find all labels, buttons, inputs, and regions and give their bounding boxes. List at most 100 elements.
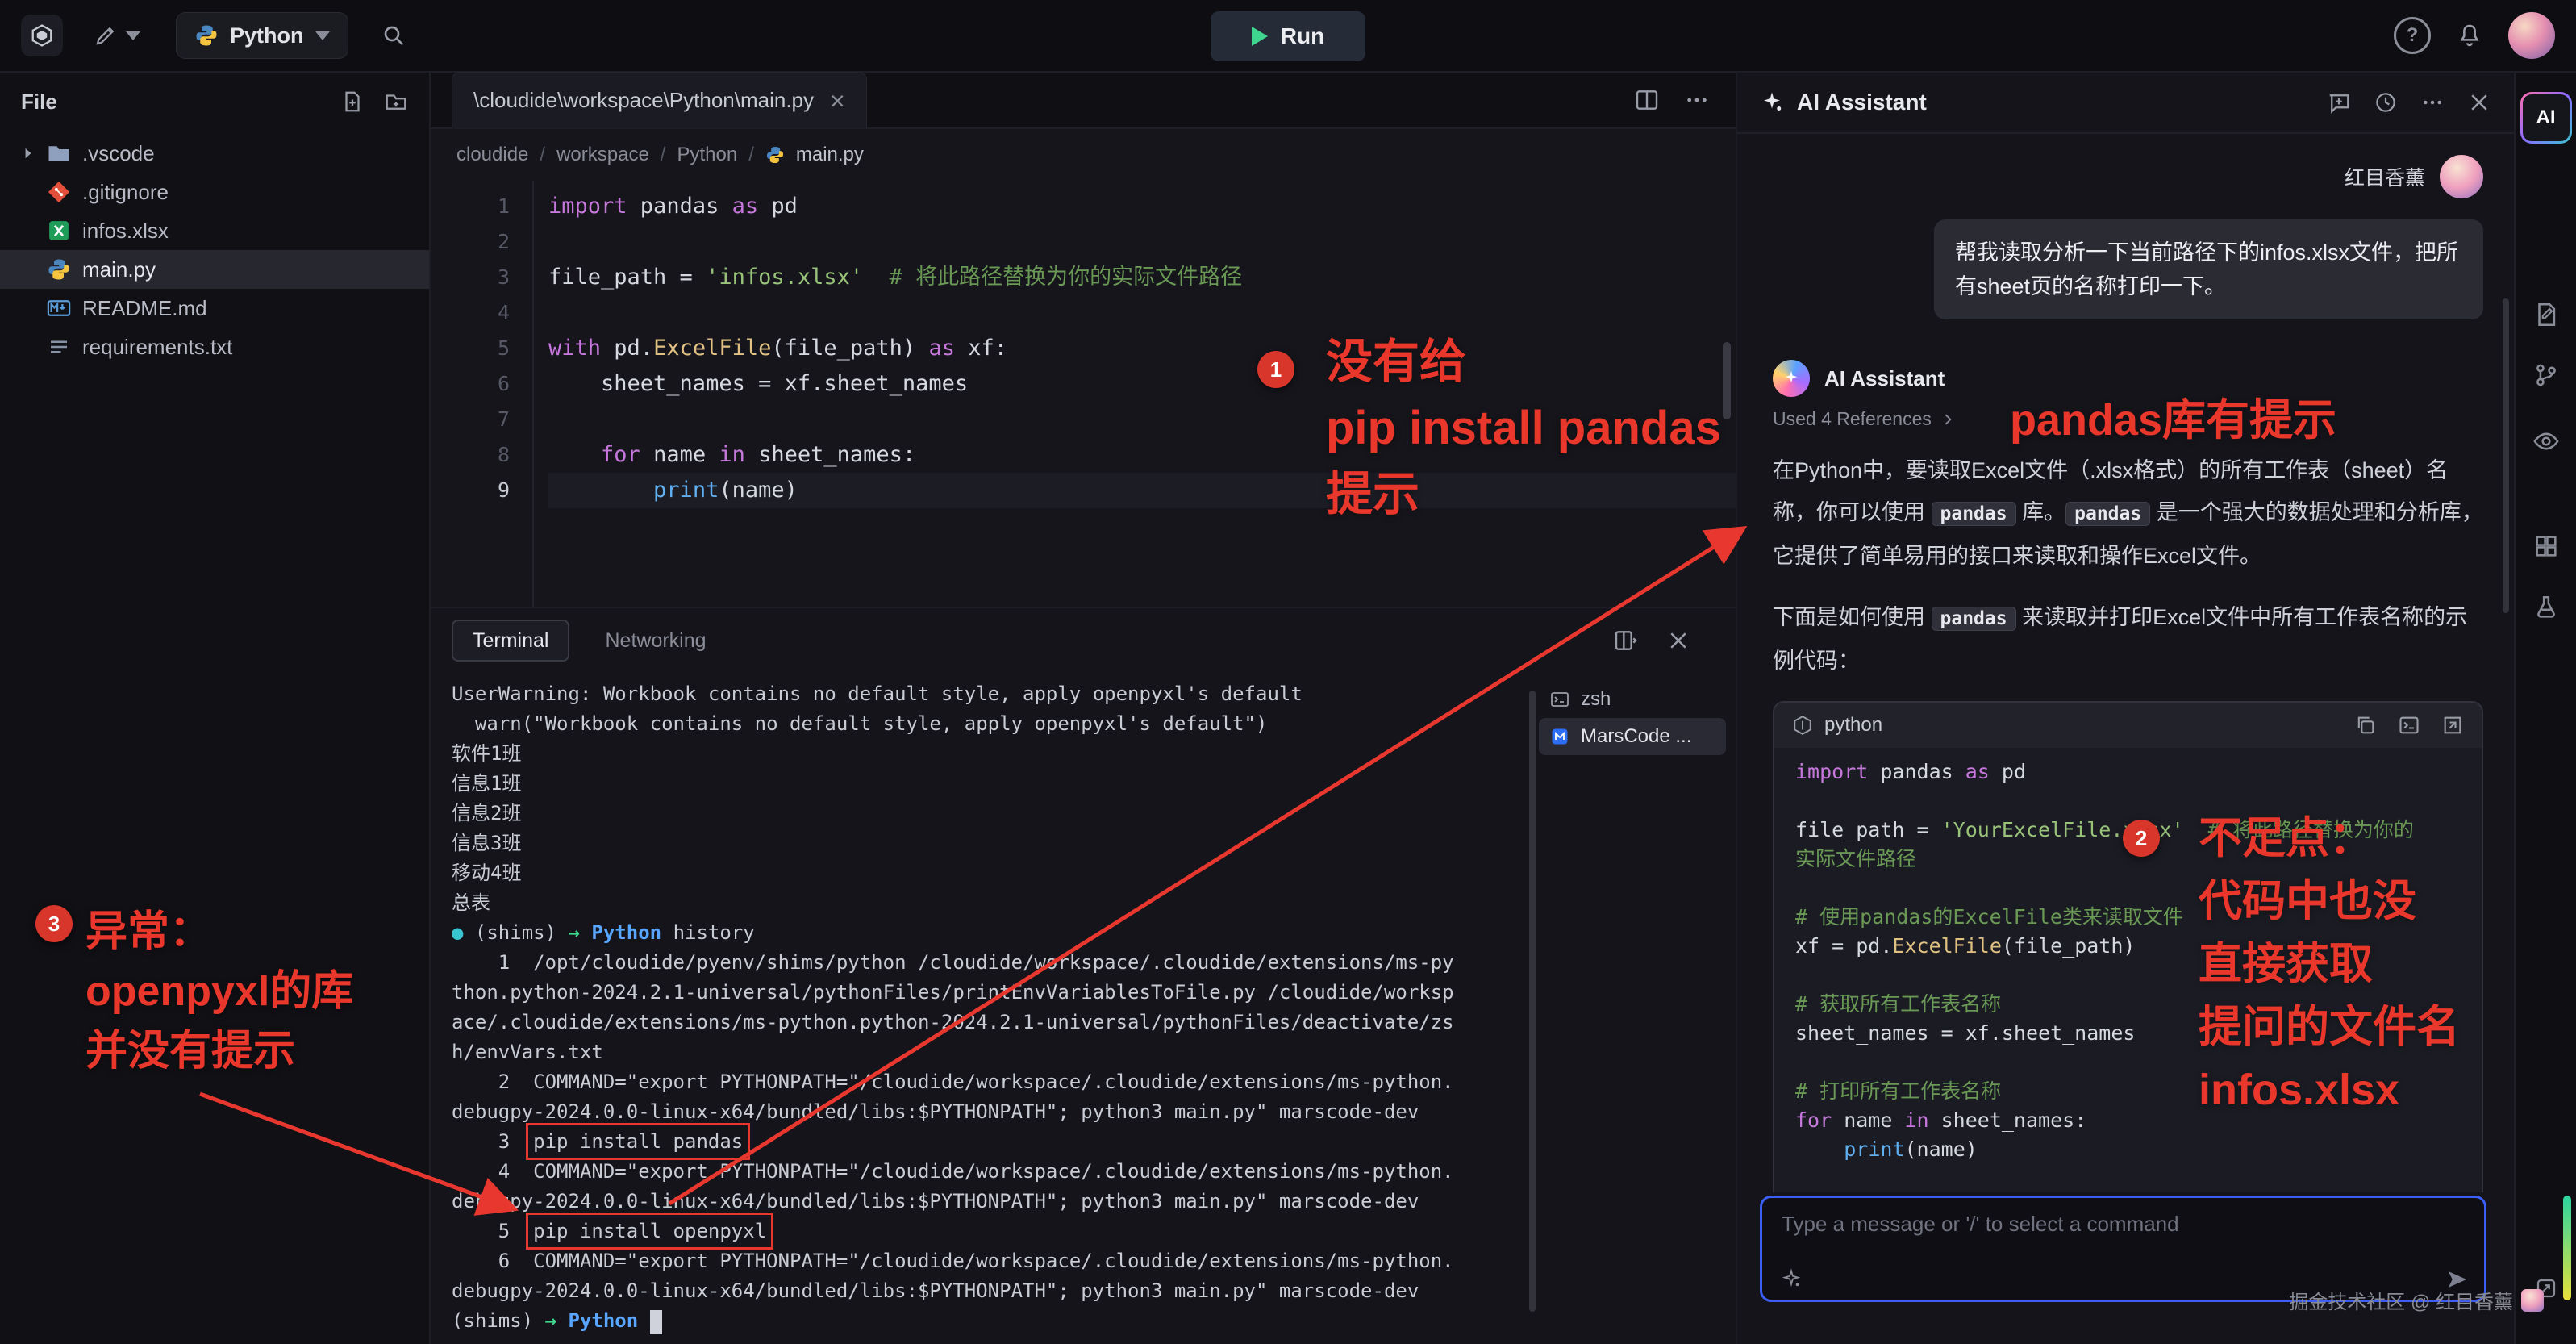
environment-label: Python [230, 23, 304, 48]
terminal-line: 信息2班 [452, 799, 1524, 829]
folder-icon [47, 140, 73, 166]
search-button[interactable] [381, 23, 406, 48]
breadcrumb-item[interactable]: workspace [556, 144, 649, 166]
ai-code-line: # 使用pandas的ExcelFile类来读取文件 [1795, 903, 2461, 932]
tab-networking[interactable]: Networking [605, 629, 706, 653]
user-avatar[interactable] [2508, 12, 2555, 59]
more-options-icon[interactable] [2420, 90, 2445, 115]
extensions-grid-icon[interactable] [2532, 532, 2560, 560]
ai-chat-scroll[interactable]: 红目香薰 帮我读取分析一下当前路径下的infos.xlsx文件，把所有sheet… [1737, 134, 2514, 1192]
insert-to-terminal-icon[interactable] [2398, 714, 2420, 737]
chevron-right-icon [19, 144, 47, 162]
file-tree-item-main-py[interactable]: main.py [0, 250, 429, 289]
new-folder-icon[interactable] [384, 90, 408, 114]
red-annotation-box: pip install pandas [533, 1130, 743, 1153]
file-tree-item-readme-md[interactable]: README.md [0, 289, 429, 328]
workspace-switcher[interactable] [94, 23, 140, 48]
file-name: requirements.txt [82, 335, 232, 360]
copy-code-icon[interactable] [2354, 714, 2377, 737]
git-branch-icon[interactable] [2532, 361, 2560, 389]
breadcrumb-item[interactable]: Python [677, 144, 737, 166]
breadcrumb: cloudide / workspace / Python / main.py [431, 129, 1736, 181]
tab-terminal[interactable]: Terminal [452, 620, 569, 662]
breadcrumb-item[interactable]: cloudide [456, 144, 528, 166]
pen-icon [94, 23, 118, 48]
watermark-avatar [2521, 1289, 2544, 1312]
test-flask-icon[interactable] [2532, 594, 2560, 621]
user-message-bubble: 帮我读取分析一下当前路径下的infos.xlsx文件，把所有sheet页的名称打… [1934, 219, 2483, 319]
tab-close-icon[interactable]: × [830, 88, 845, 114]
preview-eye-icon[interactable] [2532, 428, 2560, 455]
ai-assistant-rail-button[interactable]: AI [2520, 92, 2572, 144]
code-line[interactable]: import pandas as pd [548, 189, 1736, 224]
references-toggle: Used 4 References [1773, 408, 2483, 430]
python-icon [47, 257, 73, 282]
session-marscode[interactable]: MarsCode ... [1539, 718, 1726, 755]
top-bar: Python Run ? [0, 0, 2576, 73]
commands-sparkle-icon[interactable] [1780, 1268, 1803, 1291]
run-button[interactable]: Run [1211, 11, 1365, 61]
code-line[interactable]: file_path = 'infos.xlsx' # 将此路径替换为你的实际文件… [548, 260, 1736, 295]
breadcrumb-item[interactable]: main.py [796, 144, 864, 166]
editor-tab-main-py[interactable]: \cloudide\workspace\Python\main.py × [452, 72, 867, 128]
more-actions-icon[interactable] [1684, 87, 1710, 113]
close-panel-icon[interactable] [2467, 90, 2491, 115]
line-number: 9 [431, 473, 510, 508]
user-name: 红目香薰 [2345, 162, 2425, 191]
code-line[interactable]: print(name) [548, 473, 1736, 508]
file-explorer-header: File [0, 73, 429, 131]
environment-selector[interactable]: Python [176, 12, 348, 59]
code-line[interactable] [548, 224, 1736, 260]
split-editor-icon[interactable] [1634, 87, 1660, 113]
ai-panel-scrollbar[interactable] [2503, 298, 2509, 613]
line-number: 6 [431, 366, 510, 402]
file-name: main.py [82, 257, 156, 282]
close-panel-icon[interactable] [1666, 628, 1690, 653]
ai-code-line [1795, 787, 2461, 816]
file-tree-item-infos-xlsx[interactable]: infos.xlsx [0, 211, 429, 250]
doc-edit-icon[interactable] [2532, 301, 2560, 328]
new-chat-icon[interactable] [2327, 90, 2351, 115]
file-tree-item--vscode[interactable]: .vscode [0, 134, 429, 173]
file-name: infos.xlsx [82, 219, 169, 244]
code-line[interactable]: sheet_names = xf.sheet_names [548, 366, 1736, 402]
terminal-line: (shims) → Python [452, 1306, 1524, 1336]
editor-scrollbar[interactable] [1723, 342, 1731, 419]
history-icon[interactable] [2374, 90, 2398, 115]
terminal-line: debugpy-2024.0.0-linux-x64/bundled/libs:… [452, 1276, 1524, 1306]
code-editor[interactable]: 123456789 import pandas as pd file_path … [431, 181, 1736, 607]
help-icon[interactable]: ? [2394, 17, 2431, 54]
inline-code: pandas [1932, 502, 2016, 526]
app-logo[interactable] [21, 15, 63, 56]
terminal-output[interactable]: UserWarning: Workbook contains no defaul… [452, 679, 1524, 1339]
editor-area: \cloudide\workspace\Python\main.py × clo… [431, 73, 1736, 1344]
terminal-line: debugpy-2024.0.0-linux-x64/bundled/libs:… [452, 1097, 1524, 1127]
code-line[interactable]: with pd.ExcelFile(file_path) as xf: [548, 331, 1736, 366]
ai-code-lines[interactable]: import pandas as pd file_path = 'YourExc… [1774, 748, 2482, 1192]
new-file-icon[interactable] [340, 90, 365, 114]
gradient-scroll-indicator[interactable] [2563, 1196, 2571, 1300]
ai-panel-title: AI Assistant [1797, 90, 1927, 115]
file-name: .gitignore [82, 180, 169, 205]
file-tree-item-requirements-txt[interactable]: requirements.txt [0, 328, 429, 366]
file-tree-item--gitignore[interactable]: .gitignore [0, 173, 429, 211]
code-language-label: python [1824, 714, 1882, 737]
split-terminal-icon[interactable] [1613, 628, 1639, 653]
message-input[interactable] [1780, 1211, 2415, 1238]
notifications-bell-icon[interactable] [2457, 23, 2482, 48]
ai-panel-header: AI Assistant [1737, 73, 2514, 134]
ai-code-line: for name in sheet_names: [1795, 1106, 2461, 1135]
terminal-line: ● (shims) → Python history [452, 918, 1524, 948]
session-zsh[interactable]: zsh [1539, 681, 1726, 718]
code-line[interactable]: for name in sheet_names: [548, 437, 1736, 473]
terminal-line: 总表 [452, 888, 1524, 918]
code-line[interactable] [548, 402, 1736, 437]
ai-code-line: print(name) [1795, 1135, 2461, 1164]
terminal-scrollbar[interactable] [1529, 691, 1536, 1312]
terminal-sessions-list: zsh MarsCode ... [1539, 681, 1726, 755]
terminal-line: warn("Workbook contains no default style… [452, 709, 1524, 739]
insert-to-editor-icon[interactable] [2441, 714, 2464, 737]
code-line[interactable] [548, 295, 1736, 331]
ai-paragraph: 下面是如何使用 pandas 来读取并打印Excel文件中所有工作表名称的示例代… [1773, 596, 2483, 682]
user-message-header: 红目香薰 [1773, 155, 2483, 198]
